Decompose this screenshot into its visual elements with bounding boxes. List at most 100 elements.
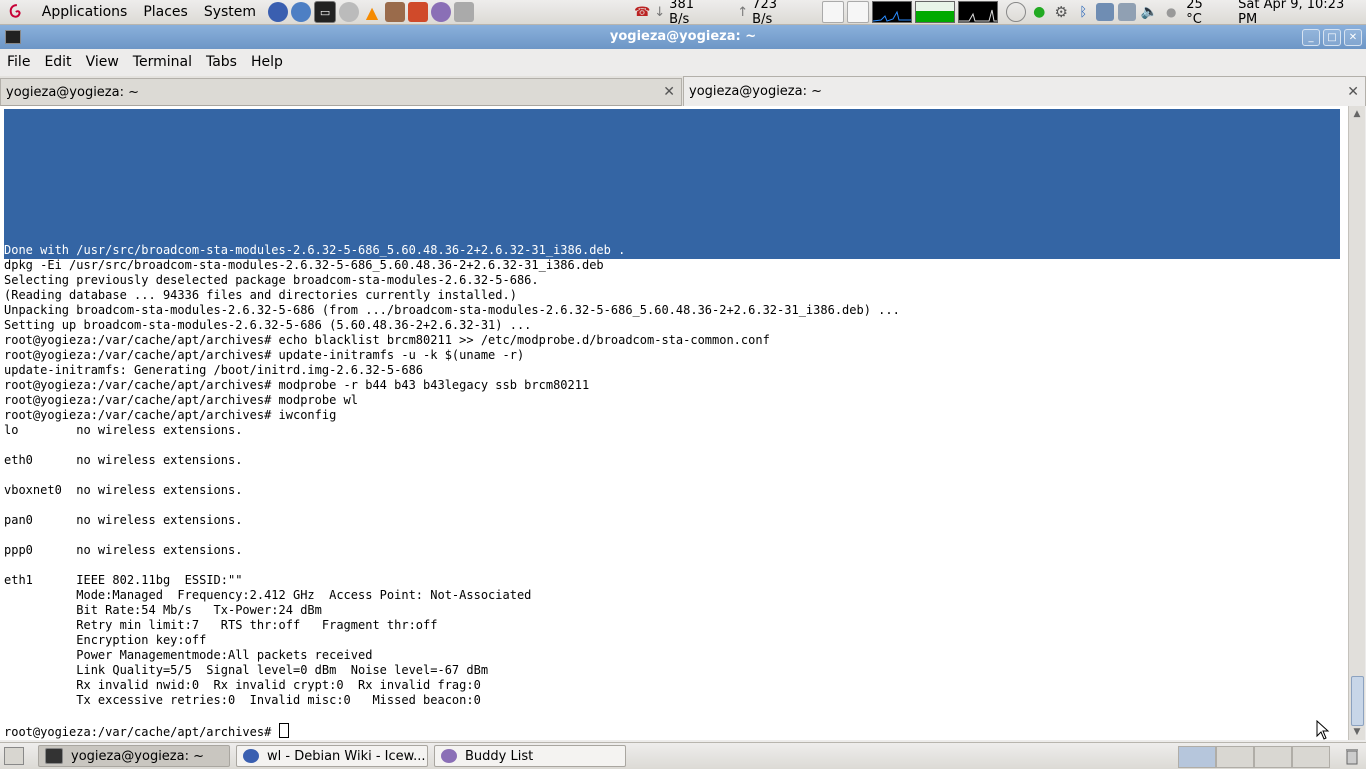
tab-2-label: yogieza@yogieza: ~ <box>689 84 823 99</box>
terminal-line: lo no wireless extensions. <box>4 423 243 437</box>
terminal-line: pan0 no wireless extensions. <box>4 513 243 527</box>
tab-bar: yogieza@yogieza: ~ ✕ yogieza@yogieza: ~ … <box>0 76 1366 106</box>
shell-prompt: root@yogieza:/var/cache/apt/archives# <box>4 725 279 739</box>
terminal-prompt-line[interactable]: root@yogieza:/var/cache/apt/archives# <box>4 723 900 739</box>
upload-arrow-icon: ↑ <box>737 4 749 20</box>
terminal-line: vboxnet0 no wireless extensions. <box>4 483 243 497</box>
settings-gear-icon[interactable]: ⚙ <box>1052 3 1070 21</box>
workspace-2[interactable] <box>1216 746 1254 768</box>
terminal-line: ppp0 no wireless extensions. <box>4 543 243 557</box>
terminal-icon <box>45 748 63 764</box>
terminal-line: Encryption key:off <box>4 633 207 647</box>
scroll-down-icon[interactable]: ▼ <box>1351 726 1363 738</box>
text-cursor <box>278 723 289 738</box>
vertical-scrollbar[interactable]: ▲ ▼ <box>1348 106 1365 740</box>
temperature-readout[interactable]: 25 °C <box>1186 0 1222 27</box>
clock[interactable]: Sat Apr 9, 10:23 PM <box>1238 0 1366 27</box>
terminal-output[interactable]: Done with /usr/src/broadcom-sta-modules-… <box>0 106 1348 740</box>
terminal-line: Selecting previously deselected package … <box>4 273 539 287</box>
window-titlebar[interactable]: yogieza@yogieza: ~ _ □ ✕ <box>0 25 1366 49</box>
tab-2[interactable]: yogieza@yogieza: ~ ✕ <box>683 76 1366 106</box>
mouse-pointer-icon <box>1316 720 1330 740</box>
maximize-icon[interactable]: □ <box>1323 29 1341 46</box>
volume-icon[interactable]: 🔈 <box>1140 3 1158 21</box>
terminal-menubar: File Edit View Terminal Tabs Help <box>0 50 1366 74</box>
system-monitor-launcher-icon[interactable] <box>339 2 360 22</box>
package-manager-launcher-icon[interactable] <box>385 2 406 22</box>
close-icon[interactable]: ✕ <box>1344 29 1362 46</box>
terminal-line: Mode:Managed Frequency:2.412 GHz Access … <box>4 588 532 602</box>
terminal-lines: Done with /usr/src/broadcom-sta-modules-… <box>4 243 900 739</box>
memory-graph <box>915 1 956 23</box>
pidgin-icon <box>441 749 457 763</box>
taskbar-item-terminal[interactable]: yogieza@yogieza: ~ <box>38 745 230 767</box>
window-menu-icon[interactable] <box>5 30 21 44</box>
scroll-up-icon[interactable]: ▲ <box>1351 108 1363 120</box>
places-menu[interactable]: Places <box>135 0 196 24</box>
terminal-line: Link Quality=5/5 Signal level=0 dBm Nois… <box>4 663 489 677</box>
menu-tabs[interactable]: Tabs <box>199 54 244 70</box>
workspace-4[interactable] <box>1292 746 1330 768</box>
terminal-line: root@yogieza:/var/cache/apt/archives# ec… <box>4 333 770 347</box>
netspeed-monitor[interactable]: ☎ ↓ 381 B/s ↑ 723 B/s <box>634 0 800 27</box>
window-applet-icon-2[interactable] <box>847 1 870 23</box>
net-down-speed: 381 B/s <box>669 0 694 27</box>
network-manager-icon[interactable] <box>1096 3 1115 21</box>
workspace-switcher[interactable] <box>1178 746 1330 768</box>
taskbar-item-label: Buddy List <box>465 748 534 764</box>
terminal-line: Done with /usr/src/broadcom-sta-modules-… <box>4 243 626 258</box>
pidgin-launcher-icon[interactable] <box>431 2 452 22</box>
trash-icon[interactable] <box>1344 747 1360 765</box>
tab-1[interactable]: yogieza@yogieza: ~ ✕ <box>0 78 682 106</box>
web-browser-launcher-icon[interactable] <box>291 2 312 22</box>
taskbar-item-iceweasel[interactable]: wl - Debian Wiki - Icew... <box>236 745 428 767</box>
workspace-3[interactable] <box>1254 746 1292 768</box>
tab-close-icon[interactable]: ✕ <box>663 84 675 100</box>
browser-launcher-icon[interactable] <box>268 2 289 22</box>
terminal-line: Rx invalid nwid:0 Rx invalid crypt:0 Rx … <box>4 678 481 692</box>
menu-file[interactable]: File <box>0 54 37 70</box>
taskbar-item-buddy-list[interactable]: Buddy List <box>434 745 626 767</box>
terminal-line: (Reading database ... 94336 files and di… <box>4 288 517 302</box>
download-arrow-icon: ↓ <box>654 4 666 20</box>
show-desktop-icon[interactable] <box>4 747 24 765</box>
menu-edit[interactable]: Edit <box>37 54 78 70</box>
bluetooth-icon[interactable]: ᛒ <box>1074 3 1092 21</box>
network-graph <box>958 1 999 23</box>
network-status-icon[interactable]: ● <box>1030 3 1048 21</box>
battery-icon[interactable] <box>1118 3 1137 21</box>
toolbox-launcher-icon[interactable] <box>408 2 429 22</box>
terminal-line: eth0 no wireless extensions. <box>4 453 243 467</box>
terminal-line: update-initramfs: Generating /boot/initr… <box>4 363 424 377</box>
iceweasel-icon <box>243 749 259 763</box>
debian-logo-icon[interactable] <box>8 3 26 21</box>
terminal-line: Bit Rate:54 Mb/s Tx-Power:24 dBm <box>4 603 322 617</box>
system-monitor-icon[interactable] <box>1006 2 1027 22</box>
menu-terminal[interactable]: Terminal <box>126 54 199 70</box>
system-menu[interactable]: System <box>196 0 264 24</box>
minimize-icon[interactable]: _ <box>1302 29 1320 46</box>
window-title: yogieza@yogieza: ~ <box>609 29 757 44</box>
menu-help[interactable]: Help <box>244 54 290 70</box>
menu-view[interactable]: View <box>79 54 126 70</box>
taskbar-item-label: wl - Debian Wiki - Icew... <box>267 748 426 764</box>
window-applet-icon[interactable] <box>822 1 845 23</box>
vlc-launcher-icon[interactable]: ▲ <box>362 2 382 22</box>
workspace-1[interactable] <box>1178 746 1216 768</box>
top-panel: Applications Places System ▭ ▲ ☎ ↓ 381 B… <box>0 0 1366 27</box>
terminal-line: Unpacking broadcom-sta-modules-2.6.32-5-… <box>4 303 900 317</box>
terminal-launcher-icon[interactable]: ▭ <box>314 1 337 23</box>
net-up-speed: 723 B/s <box>752 0 777 27</box>
phone-icon: ☎ <box>634 4 651 20</box>
screenshot-launcher-icon[interactable] <box>454 2 475 22</box>
terminal-line: eth1 IEEE 802.11bg ESSID:"" <box>4 573 243 587</box>
terminal-line: root@yogieza:/var/cache/apt/archives# iw… <box>4 408 337 422</box>
scrollbar-thumb[interactable] <box>1351 676 1364 726</box>
weather-icon[interactable]: ● <box>1162 3 1180 21</box>
tab-close-icon[interactable]: ✕ <box>1347 84 1359 100</box>
applications-menu[interactable]: Applications <box>34 0 136 24</box>
